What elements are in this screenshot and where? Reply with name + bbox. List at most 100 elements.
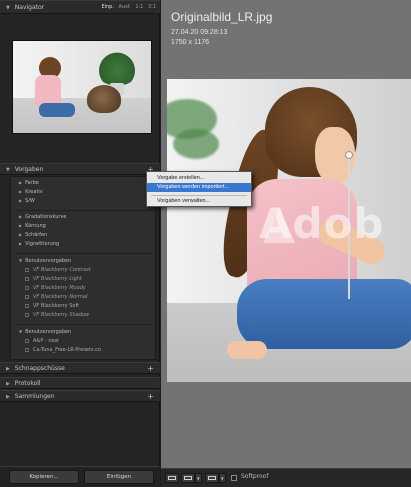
preset-item-label: VF Blackberry Soft [33, 303, 80, 309]
preview-plant [97, 49, 137, 85]
preview-floor [13, 98, 151, 133]
grid-overlay-button[interactable] [205, 473, 219, 483]
expand-triangle-icon: ▶ [19, 241, 23, 246]
photo-plant-leaf [173, 129, 219, 159]
preset-item[interactable]: VF Blackberry Normal [25, 294, 88, 300]
preset-item[interactable]: VF Blackberry Moody [25, 285, 86, 291]
preset-item-label: A&P - new [33, 338, 59, 344]
preset-icon [25, 285, 29, 290]
snapshots-panel-header[interactable]: ▶ Schnappschüsse + [0, 362, 160, 374]
preset-group-label: Kreativ [25, 189, 43, 195]
before-after-icon [184, 476, 192, 480]
history-panel-header[interactable]: ▶ Protokoll [0, 377, 160, 389]
menu-item-create-preset[interactable]: Vorgabe erstellen... [147, 174, 251, 183]
main-photo[interactable]: Adob [167, 79, 411, 382]
menu-item-manage-presets[interactable]: Vorgaben verwalten... [147, 197, 251, 206]
softproof-label: Softproof [241, 473, 269, 480]
zoom-option-fit[interactable]: Einp. [101, 4, 113, 10]
preset-item-label: VF Blackberry Contrast [33, 267, 91, 273]
expand-triangle-icon: ▶ [19, 198, 23, 203]
preset-item[interactable]: VF Blackberry Shadow [25, 312, 89, 318]
preset-group-label: Farbe [25, 180, 39, 186]
preview-child-legs [39, 103, 75, 117]
zoom-option-3-1[interactable]: 3:1 [148, 4, 156, 10]
expand-triangle-icon: ▶ [19, 180, 23, 185]
navigator-zoom-options: Einp. Ausf. 1:1 3:1 [98, 1, 156, 14]
before-after-dropdown[interactable]: ▾ [195, 473, 202, 483]
expand-triangle-icon: ▶ [6, 394, 10, 400]
preset-group-label: Benutzervorgaben [25, 329, 72, 335]
zoom-option-fill[interactable]: Ausf. [119, 4, 131, 10]
expand-triangle-icon: ▶ [19, 189, 23, 194]
divider [15, 324, 153, 325]
add-collection-plus-icon[interactable]: + [147, 391, 154, 402]
add-snapshot-plus-icon[interactable]: + [147, 363, 154, 374]
preset-group-kreativ[interactable]: ▶ Kreativ [19, 189, 43, 195]
expand-triangle-icon: ▶ [6, 366, 10, 372]
collapse-triangle-icon: ▼ [19, 329, 23, 334]
navigator-preview[interactable] [12, 40, 152, 134]
preset-group-label: Gradationskurve [25, 214, 67, 220]
preset-icon [25, 338, 29, 343]
expand-triangle-icon: ▶ [6, 381, 10, 387]
preset-group-benutzervorgaben-2[interactable]: ▼ Benutzervorgaben [19, 329, 71, 335]
preset-group-benutzervorgaben[interactable]: ▼ Benutzervorgaben [19, 258, 71, 264]
preset-item[interactable]: VF Blackberry Light [25, 276, 82, 282]
preset-group-sw[interactable]: ▶ S/W [19, 198, 35, 204]
preset-group-koernung[interactable]: ▶ Körnung [19, 223, 46, 229]
menu-item-import-presets[interactable]: Vorgaben werden importiert... [147, 183, 251, 192]
preset-icon [25, 267, 29, 272]
loupe-view-button[interactable] [165, 473, 179, 483]
photo-capture-date: 27.04.20 09:28:13 [171, 29, 228, 36]
presets-list: ▶ Farbe ▶ Kreativ ▶ S/W ▶ Gradationskurve ▶ K… [10, 176, 156, 360]
preset-item[interactable]: A&P - new [25, 338, 59, 344]
navigator-title: Navigator [14, 4, 45, 11]
preset-group-schaerfen[interactable]: ▶ Schärfen [19, 232, 47, 238]
preset-group-label: Körnung [25, 223, 46, 229]
preset-group-vignettierung[interactable]: ▶ Vignettierung [19, 241, 59, 247]
expand-triangle-icon: ▶ [19, 223, 23, 228]
grid-overlay-dropdown[interactable]: ▾ [219, 473, 226, 483]
loupe-view: Originalbild_LR.jpg 27.04.20 09:28:13 17… [161, 0, 411, 487]
collapse-triangle-icon: ▼ [19, 258, 23, 263]
preset-item-label: VF Blackberry Light [33, 276, 82, 282]
collections-panel-header[interactable]: ▶ Sammlungen + [0, 390, 160, 402]
collapse-triangle-icon: ▼ [6, 167, 10, 173]
presets-title: Vorgaben [14, 166, 44, 173]
snapshots-title: Schnappschüsse [14, 365, 65, 372]
bottom-toolbar: ▾ ▾ Softproof [161, 468, 411, 487]
preset-icon [25, 312, 29, 317]
preset-item[interactable]: VF Blackberry Soft [25, 303, 79, 309]
copy-settings-button[interactable]: Kopieren... [9, 470, 79, 484]
presets-panel-header[interactable]: ▼ Vorgaben + [0, 163, 160, 175]
expand-triangle-icon: ▶ [19, 232, 23, 237]
collections-title: Sammlungen [14, 393, 55, 400]
preset-group-label: Benutzervorgaben [25, 258, 72, 264]
softproof-checkbox[interactable] [231, 475, 237, 481]
preset-icon [25, 276, 29, 281]
photo-filename: Originalbild_LR.jpg [171, 10, 273, 24]
presets-context-menu: Vorgabe erstellen... Vorgaben werden imp… [146, 171, 252, 207]
preset-icon [25, 347, 29, 352]
photo-dimensions: 1750 x 1176 [171, 39, 210, 46]
preset-group-farbe[interactable]: ▶ Farbe [19, 180, 39, 186]
preset-item-label: VF Blackberry Normal [33, 294, 88, 300]
preset-group-label: S/W [25, 198, 35, 204]
preset-group-label: Schärfen [25, 232, 48, 238]
photo-earphone [345, 151, 353, 159]
collapse-triangle-icon: ▼ [6, 5, 10, 11]
history-title: Protokoll [14, 380, 41, 387]
loupe-view-icon [168, 476, 176, 480]
zoom-option-1-1[interactable]: 1:1 [135, 4, 143, 10]
preset-item[interactable]: Ca-Tuna_Free-LR-Presets.co [25, 347, 101, 353]
navigator-panel-header[interactable]: ▼ Navigator Einp. Ausf. 1:1 3:1 [0, 0, 160, 14]
preset-item[interactable]: VF Blackberry Contrast [25, 267, 91, 273]
expand-triangle-icon: ▶ [19, 214, 23, 219]
preset-icon [25, 294, 29, 299]
paste-settings-button[interactable]: Einfügen [84, 470, 154, 484]
before-after-button[interactable] [181, 473, 195, 483]
divider [15, 210, 153, 211]
left-panel-footer: Kopieren... Einfügen [0, 466, 160, 487]
preview-hedgehog [87, 85, 121, 113]
preset-group-gradationskurve[interactable]: ▶ Gradationskurve [19, 214, 67, 220]
